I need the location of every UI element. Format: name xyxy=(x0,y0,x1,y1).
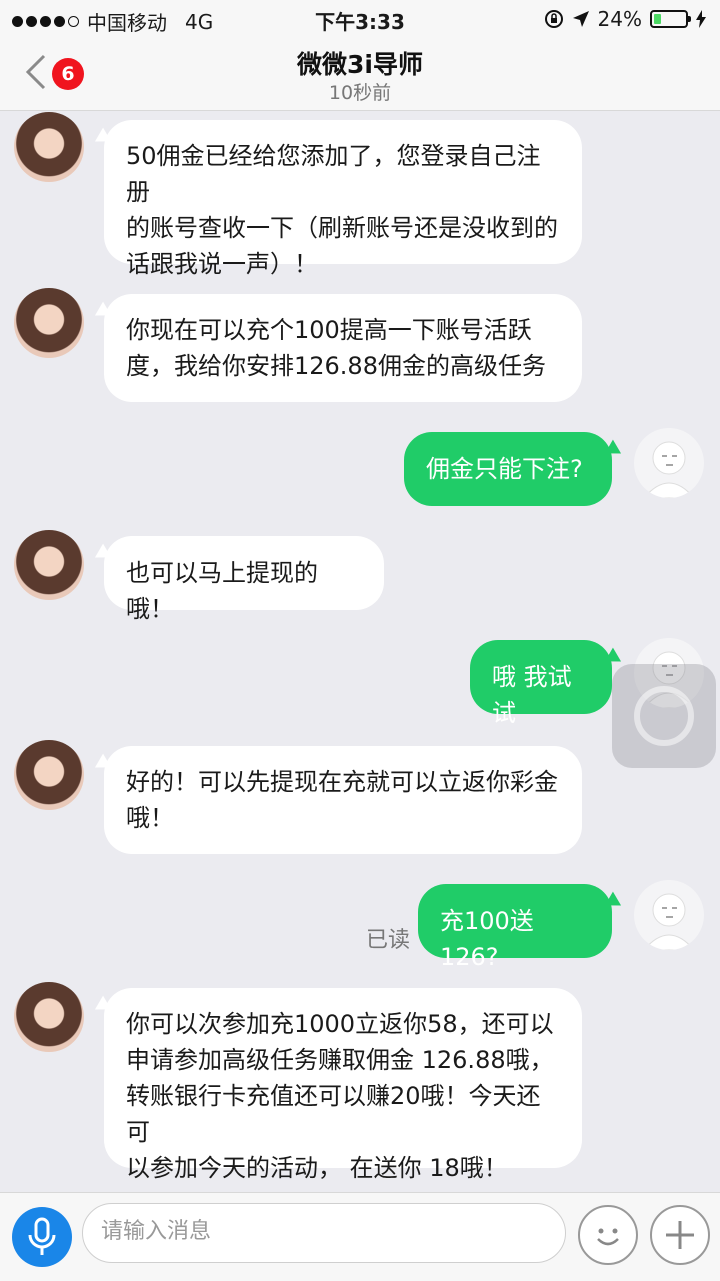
user-avatar-icon xyxy=(643,893,695,950)
plus-icon xyxy=(666,1221,694,1249)
message-text: 话跟我说一声）！ xyxy=(126,250,318,278)
message-bubble[interactable]: 哦 我试试 xyxy=(470,640,612,727)
contact-avatar[interactable] xyxy=(14,288,84,358)
contact-avatar[interactable] xyxy=(14,740,84,810)
status-bar: 中国移动 4G 下午3:33 24% xyxy=(0,0,720,36)
message-bubble[interactable]: 你可以次参加充1000立返你58，还可以 申请参加高级任务赚取佣金 126.88… xyxy=(104,988,582,1182)
input-bar xyxy=(0,1192,720,1281)
message-bubble[interactable]: 50佣金已经给您添加了，您登录自己注册 的账号查收一下（刷新账号还是没收到的 话… xyxy=(104,120,582,278)
contact-avatar[interactable] xyxy=(14,112,84,182)
read-receipt: 已读 xyxy=(366,928,411,953)
contact-avatar[interactable] xyxy=(14,982,84,1052)
message-text: 的账号查收一下（刷新账号还是没收到的 xyxy=(126,214,558,242)
more-button[interactable] xyxy=(650,1205,710,1265)
message-bubble[interactable]: 充100送126? xyxy=(418,884,612,971)
contact-avatar[interactable] xyxy=(14,530,84,600)
message-bubble[interactable]: 也可以马上提现的哦！ xyxy=(104,536,384,623)
chat-title: 微微3i导师 xyxy=(297,50,423,79)
message-field[interactable] xyxy=(82,1203,566,1263)
message-text: 申请参加高级任务赚取佣金 126.88哦， xyxy=(126,1046,554,1074)
message-text: 哦！ xyxy=(126,804,174,832)
message-bubble[interactable]: 佣金只能下注? xyxy=(404,432,612,506)
last-seen-label: 10秒前 xyxy=(328,82,392,104)
battery-percent: 24% xyxy=(597,7,642,31)
assistive-ring-icon xyxy=(634,686,694,746)
charging-icon xyxy=(696,10,706,28)
chat-header: 6 微微3i导师 10秒前 xyxy=(0,36,720,111)
user-avatar-icon xyxy=(643,441,695,498)
message-text: 你可以次参加充1000立返你58，还可以 xyxy=(126,1010,554,1038)
message-text: 充100送126? xyxy=(440,907,534,971)
message-bubble[interactable]: 你现在可以充个100提高一下账号活跃 度，我给你安排126.88佣金的高级任务 xyxy=(104,294,582,402)
message-text: 哦 我试试 xyxy=(492,663,572,727)
battery-icon xyxy=(650,10,691,28)
message-text: 以参加今天的活动， 在送你 18哦！ xyxy=(126,1154,508,1182)
message-input[interactable] xyxy=(99,1218,543,1245)
message-text: 好的！可以先提现在充就可以立返你彩金 xyxy=(126,768,558,796)
assistive-touch-button[interactable] xyxy=(612,664,716,768)
microphone-icon xyxy=(28,1217,56,1255)
user-avatar[interactable] xyxy=(634,428,704,498)
message-bubble[interactable]: 好的！可以先提现在充就可以立返你彩金 哦！ xyxy=(104,746,582,854)
message-text: 50佣金已经给您添加了，您登录自己注册 xyxy=(126,142,541,206)
message-text: 你现在可以充个100提高一下账号活跃 xyxy=(126,316,532,344)
voice-button[interactable] xyxy=(12,1207,72,1267)
message-text: 佣金只能下注? xyxy=(426,455,583,483)
user-avatar[interactable] xyxy=(634,880,704,950)
emoji-button[interactable] xyxy=(578,1205,638,1265)
location-icon xyxy=(572,11,589,27)
smiley-icon xyxy=(597,1228,619,1246)
rotation-lock-icon xyxy=(544,10,563,28)
message-text: 转账银行卡充值还可以赚20哦！今天还可 xyxy=(126,1082,541,1146)
status-right: 24% xyxy=(544,7,706,31)
message-text: 也可以马上提现的哦！ xyxy=(126,559,318,623)
message-text: 度，我给你安排126.88佣金的高级任务 xyxy=(126,352,546,380)
